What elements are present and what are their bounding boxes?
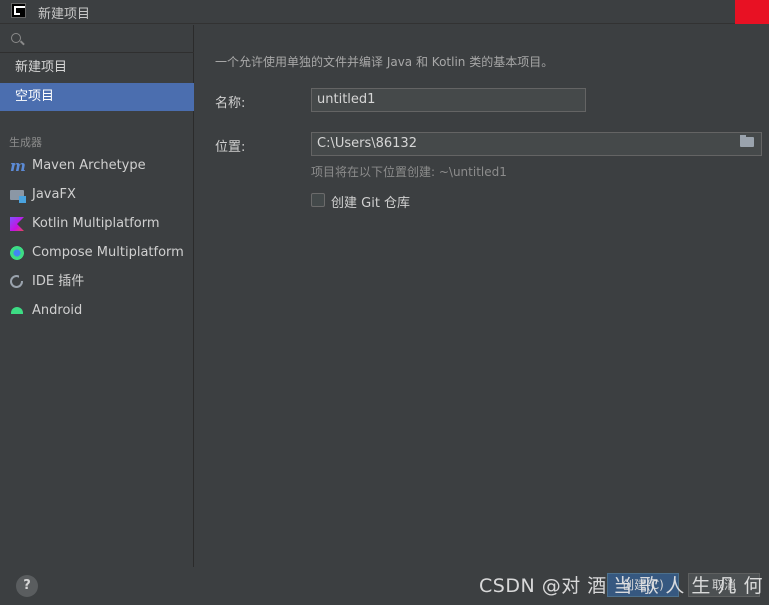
sidebar: 新建项目 空项目 生成器 m Maven Archetype JavaFX Ko… xyxy=(0,25,194,567)
sidebar-item-label: Maven Archetype xyxy=(32,158,146,173)
compose-icon xyxy=(10,246,24,260)
sidebar-item-label: Compose Multiplatform xyxy=(32,245,184,260)
location-hint: 项目将在以下位置创建: ~\untitled1 xyxy=(311,165,507,179)
sidebar-item-empty-project[interactable]: 空项目 xyxy=(0,83,194,111)
create-git-repo-checkbox[interactable] xyxy=(311,193,325,207)
kotlin-icon xyxy=(10,217,24,231)
location-input[interactable]: C:\Users\86132 xyxy=(311,132,762,156)
generators-section-label: 生成器 xyxy=(9,136,42,149)
name-input[interactable]: untitled1 xyxy=(311,88,586,112)
browse-folder-icon[interactable] xyxy=(740,135,756,147)
project-description: 一个允许使用单独的文件并编译 Java 和 Kotlin 类的基本项目。 xyxy=(215,55,554,69)
window-title: 新建项目 xyxy=(38,7,91,22)
title-bar: 新建项目 xyxy=(0,0,769,24)
close-button[interactable] xyxy=(735,0,769,24)
intellij-logo-icon xyxy=(11,3,26,18)
sidebar-item-android[interactable]: Android xyxy=(0,297,194,325)
sidebar-item-javafx[interactable]: JavaFX xyxy=(0,181,194,209)
sidebar-item-label: Android xyxy=(32,303,83,318)
android-icon xyxy=(11,307,23,314)
sidebar-item-label: Kotlin Multiplatform xyxy=(32,216,160,231)
csdn-watermark: CSDN @对 酒 当 歌 人 生 几 何 xyxy=(479,575,763,597)
project-settings-panel: 一个允许使用单独的文件并编译 Java 和 Kotlin 类的基本项目。 名称:… xyxy=(195,25,769,567)
help-button[interactable]: ? xyxy=(16,575,38,597)
sidebar-item-maven-archetype[interactable]: m Maven Archetype xyxy=(0,152,194,180)
ide-plugin-icon xyxy=(10,275,25,288)
search-icon xyxy=(11,33,21,43)
sidebar-item-label: JavaFX xyxy=(32,187,76,202)
location-label: 位置: xyxy=(215,140,246,155)
sidebar-item-new-project[interactable]: 新建项目 xyxy=(0,54,194,82)
maven-icon: m xyxy=(10,157,26,175)
javafx-icon xyxy=(10,190,26,203)
sidebar-item-kotlin-multiplatform[interactable]: Kotlin Multiplatform xyxy=(0,210,194,238)
create-git-repo-label[interactable]: 创建 Git 仓库 xyxy=(331,192,410,211)
sidebar-item-label: IDE 插件 xyxy=(32,274,85,289)
sidebar-item-ide-plugin[interactable]: IDE 插件 xyxy=(0,268,194,296)
sidebar-search[interactable] xyxy=(0,25,194,53)
dialog-footer: ? 创建(C) 取消 CSDN @对 酒 当 歌 人 生 几 何 xyxy=(0,567,769,605)
sidebar-item-compose-multiplatform[interactable]: Compose Multiplatform xyxy=(0,239,194,267)
name-label: 名称: xyxy=(215,96,246,111)
